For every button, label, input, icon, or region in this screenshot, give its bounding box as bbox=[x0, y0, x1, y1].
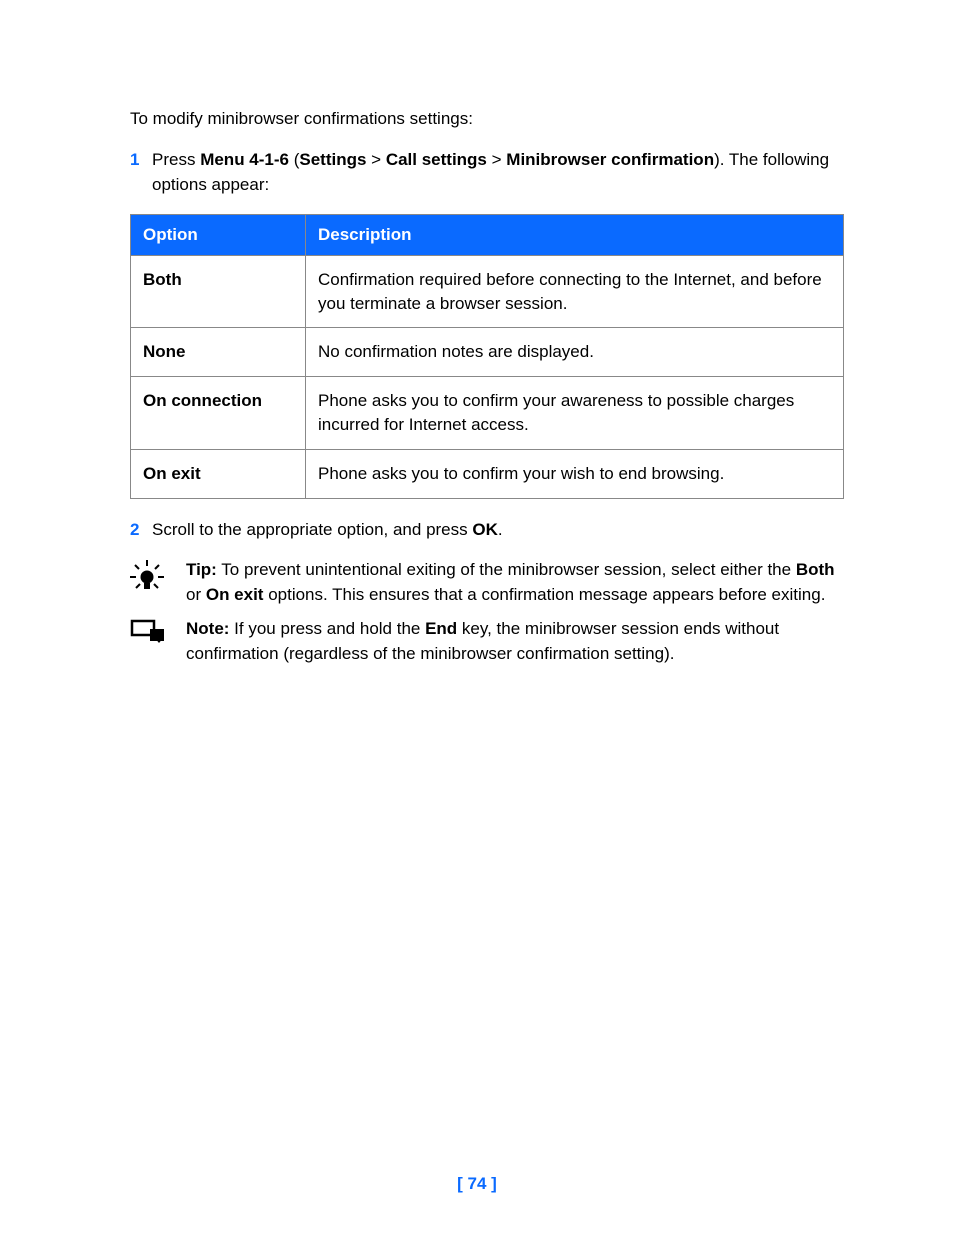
option-name: Both bbox=[131, 255, 306, 328]
step-number: 1 bbox=[130, 147, 152, 198]
tip-callout: Tip: To prevent unintentional exiting of… bbox=[130, 558, 844, 607]
option-name: On exit bbox=[131, 449, 306, 498]
step-body: Scroll to the appropriate option, and pr… bbox=[152, 517, 844, 543]
end-key: End bbox=[425, 619, 457, 638]
option-desc: No confirmation notes are displayed. bbox=[306, 328, 844, 377]
note-callout: Note: If you press and hold the End key,… bbox=[130, 617, 844, 666]
step-2: 2 Scroll to the appropriate option, and … bbox=[130, 517, 844, 543]
table-header-row: Option Description bbox=[131, 214, 844, 255]
note-label: Note: bbox=[186, 619, 229, 638]
crumb-call-settings: Call settings bbox=[386, 150, 487, 169]
step-body: Press Menu 4-1-6 (Settings > Call settin… bbox=[152, 147, 844, 198]
crumb-settings: Settings bbox=[299, 150, 366, 169]
col-option: Option bbox=[131, 214, 306, 255]
document-page: To modify minibrowser confirmations sett… bbox=[0, 0, 954, 1248]
text: Press bbox=[152, 150, 200, 169]
sep: > bbox=[487, 150, 506, 169]
option-name: On connection bbox=[131, 377, 306, 450]
intro-text: To modify minibrowser confirmations sett… bbox=[130, 107, 844, 131]
note-text: Note: If you press and hold the End key,… bbox=[186, 617, 844, 666]
opt-both: Both bbox=[796, 560, 835, 579]
text: Scroll to the appropriate option, and pr… bbox=[152, 520, 472, 539]
text: ( bbox=[289, 150, 299, 169]
tip-label: Tip: bbox=[186, 560, 217, 579]
opt-on-exit: On exit bbox=[206, 585, 264, 604]
text: To prevent unintentional exiting of the … bbox=[217, 560, 796, 579]
text: options. This ensures that a confirmatio… bbox=[263, 585, 825, 604]
option-desc: Confirmation required before connecting … bbox=[306, 255, 844, 328]
col-description: Description bbox=[306, 214, 844, 255]
step-1: 1 Press Menu 4-1-6 (Settings > Call sett… bbox=[130, 147, 844, 198]
menu-code: Menu 4-1-6 bbox=[200, 150, 289, 169]
step-number: 2 bbox=[130, 517, 152, 543]
table-row: On connection Phone asks you to confirm … bbox=[131, 377, 844, 450]
page-number: [ 74 ] bbox=[0, 1174, 954, 1194]
text: If you press and hold the bbox=[229, 619, 425, 638]
table-row: None No confirmation notes are displayed… bbox=[131, 328, 844, 377]
text: or bbox=[186, 585, 206, 604]
sep: > bbox=[366, 150, 385, 169]
text: . bbox=[498, 520, 503, 539]
option-desc: Phone asks you to confirm your wish to e… bbox=[306, 449, 844, 498]
crumb-minibrowser: Minibrowser confirmation bbox=[506, 150, 714, 169]
tip-text: Tip: To prevent unintentional exiting of… bbox=[186, 558, 844, 607]
ok-key: OK bbox=[472, 520, 498, 539]
note-icon bbox=[130, 617, 186, 666]
tip-icon bbox=[130, 558, 186, 607]
options-table: Option Description Both Confirmation req… bbox=[130, 214, 844, 499]
table-row: Both Confirmation required before connec… bbox=[131, 255, 844, 328]
table-row: On exit Phone asks you to confirm your w… bbox=[131, 449, 844, 498]
option-name: None bbox=[131, 328, 306, 377]
option-desc: Phone asks you to confirm your awareness… bbox=[306, 377, 844, 450]
